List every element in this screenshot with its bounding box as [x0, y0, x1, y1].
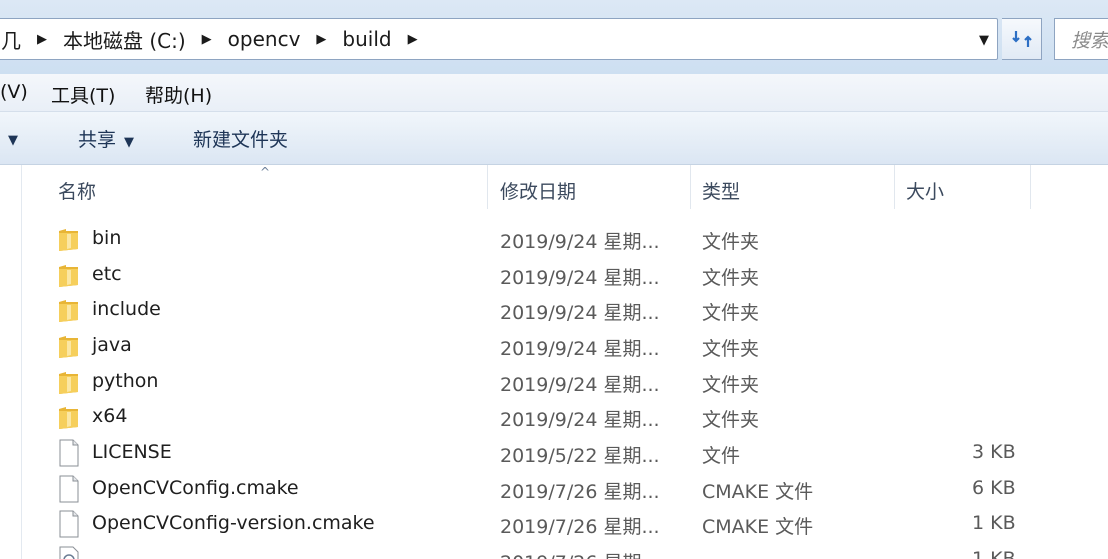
menu-help[interactable]: 帮助(H) — [145, 81, 212, 108]
file-modified: 2019/9/24 星期... — [500, 302, 660, 324]
file-icon — [59, 475, 79, 503]
file-type: 文件 — [702, 445, 741, 467]
command-bar: ▼ 共享 ▼ 新建文件夹 — [0, 112, 1108, 165]
breadcrumb-arrow-icon[interactable]: ▶ — [37, 32, 47, 47]
file-name: x64 — [92, 405, 128, 427]
file-modified: 2019/9/24 星期... — [500, 231, 660, 253]
breadcrumb-build[interactable]: build — [342, 27, 391, 51]
file-size: 6 KB — [972, 477, 1016, 499]
file-type: CMAKE 文件 — [702, 516, 814, 538]
navigation-pane[interactable] — [0, 165, 22, 559]
folder-icon — [59, 407, 78, 429]
breadcrumb-computer[interactable]: 几 — [1, 25, 21, 54]
column-divider[interactable] — [1030, 165, 1031, 209]
file-modified: 2019/9/24 星期... — [500, 409, 660, 431]
address-bar[interactable]: 几 ▶ 本地磁盘 (C:) ▶ opencv ▶ build ▶ ▼ — [0, 18, 998, 60]
refresh-icon — [1011, 31, 1032, 47]
file-type: 文件夹 — [702, 409, 760, 431]
file-size: 1 KB — [972, 548, 1016, 559]
share-label: 共享 — [78, 129, 117, 151]
breadcrumb-drive-c[interactable]: 本地磁盘 (C:) — [63, 25, 186, 54]
search-placeholder: 搜索 — [1071, 29, 1108, 52]
file-type: 文件夹 — [702, 267, 760, 289]
file-row[interactable]: 2019/7/26 星期... 1 KB — [22, 544, 1108, 559]
breadcrumb-arrow-icon[interactable]: ▶ — [408, 32, 418, 47]
file-modified: 2019/9/24 星期... — [500, 267, 660, 289]
menu-tools[interactable]: 工具(T) — [51, 81, 115, 108]
share-button[interactable]: 共享 ▼ — [78, 125, 134, 152]
file-name: java — [92, 334, 132, 356]
file-type: 文件夹 — [702, 302, 760, 324]
folder-icon — [59, 229, 78, 251]
menu-bar: (V) 工具(T) 帮助(H) — [0, 74, 1108, 112]
folder-icon — [59, 265, 78, 287]
column-divider[interactable] — [894, 165, 895, 209]
file-name: LICENSE — [92, 441, 172, 463]
column-divider[interactable] — [690, 165, 691, 209]
file-row[interactable]: etc 2019/9/24 星期... 文件夹 — [22, 259, 1108, 295]
folder-icon — [59, 300, 78, 322]
file-modified: 2019/9/24 星期... — [500, 374, 660, 396]
column-header-type[interactable]: 类型 — [702, 177, 740, 204]
file-modified: 2019/7/26 星期... — [500, 516, 660, 538]
column-header-modified[interactable]: 修改日期 — [500, 177, 576, 204]
organize-dropdown-icon[interactable]: ▼ — [8, 127, 18, 149]
file-name: etc — [92, 263, 122, 285]
breadcrumb-opencv[interactable]: opencv — [228, 27, 301, 51]
breadcrumb-arrow-icon[interactable]: ▶ — [202, 32, 212, 47]
file-type: 文件夹 — [702, 374, 760, 396]
folder-icon — [59, 336, 78, 358]
file-row[interactable]: include 2019/9/24 星期... 文件夹 — [22, 294, 1108, 330]
breadcrumb-arrow-icon[interactable]: ▶ — [316, 32, 326, 47]
refresh-button[interactable] — [1002, 18, 1042, 60]
menu-view[interactable]: (V) — [0, 81, 28, 103]
file-type: 文件夹 — [702, 338, 760, 360]
file-name: python — [92, 370, 159, 392]
file-size: 1 KB — [972, 512, 1016, 534]
file-name: OpenCVConfig-version.cmake — [92, 512, 375, 534]
column-header-name[interactable]: 名称 — [58, 177, 96, 204]
file-modified: 2019/5/22 星期... — [500, 445, 660, 467]
file-row[interactable]: x64 2019/9/24 星期... 文件夹 — [22, 401, 1108, 437]
file-modified: 2019/7/26 星期... — [500, 548, 660, 559]
column-divider[interactable] — [487, 165, 488, 209]
address-bar-region: 几 ▶ 本地磁盘 (C:) ▶ opencv ▶ build ▶ ▼ 搜索 — [0, 0, 1108, 74]
column-header-row: ^ 名称 修改日期 类型 大小 — [22, 165, 1108, 209]
folder-icon — [59, 372, 78, 394]
share-dropdown-icon: ▼ — [124, 135, 135, 150]
sort-ascending-icon: ^ — [260, 165, 271, 179]
script-icon — [59, 546, 79, 559]
file-row[interactable]: LICENSE 2019/5/22 星期... 文件 3 KB — [22, 437, 1108, 473]
file-type: CMAKE 文件 — [702, 481, 814, 503]
file-row[interactable]: OpenCVConfig.cmake 2019/7/26 星期... CMAKE… — [22, 473, 1108, 509]
file-name: OpenCVConfig.cmake — [92, 477, 299, 499]
search-input[interactable]: 搜索 — [1054, 18, 1108, 60]
file-row[interactable]: python 2019/9/24 星期... 文件夹 — [22, 366, 1108, 402]
file-row[interactable]: java 2019/9/24 星期... 文件夹 — [22, 330, 1108, 366]
column-header-size[interactable]: 大小 — [906, 177, 944, 204]
file-name: bin — [92, 227, 122, 249]
file-name: include — [92, 298, 161, 320]
file-row[interactable]: OpenCVConfig-version.cmake 2019/7/26 星期.… — [22, 508, 1108, 544]
file-modified: 2019/7/26 星期... — [500, 481, 660, 503]
address-history-dropdown-icon[interactable]: ▼ — [979, 33, 989, 48]
new-folder-button[interactable]: 新建文件夹 — [193, 125, 288, 152]
file-icon — [59, 439, 79, 467]
file-size: 3 KB — [972, 441, 1016, 463]
file-icon — [59, 510, 79, 538]
file-row[interactable]: bin 2019/9/24 星期... 文件夹 — [22, 223, 1108, 259]
file-modified: 2019/9/24 星期... — [500, 338, 660, 360]
file-type: 文件夹 — [702, 231, 760, 253]
